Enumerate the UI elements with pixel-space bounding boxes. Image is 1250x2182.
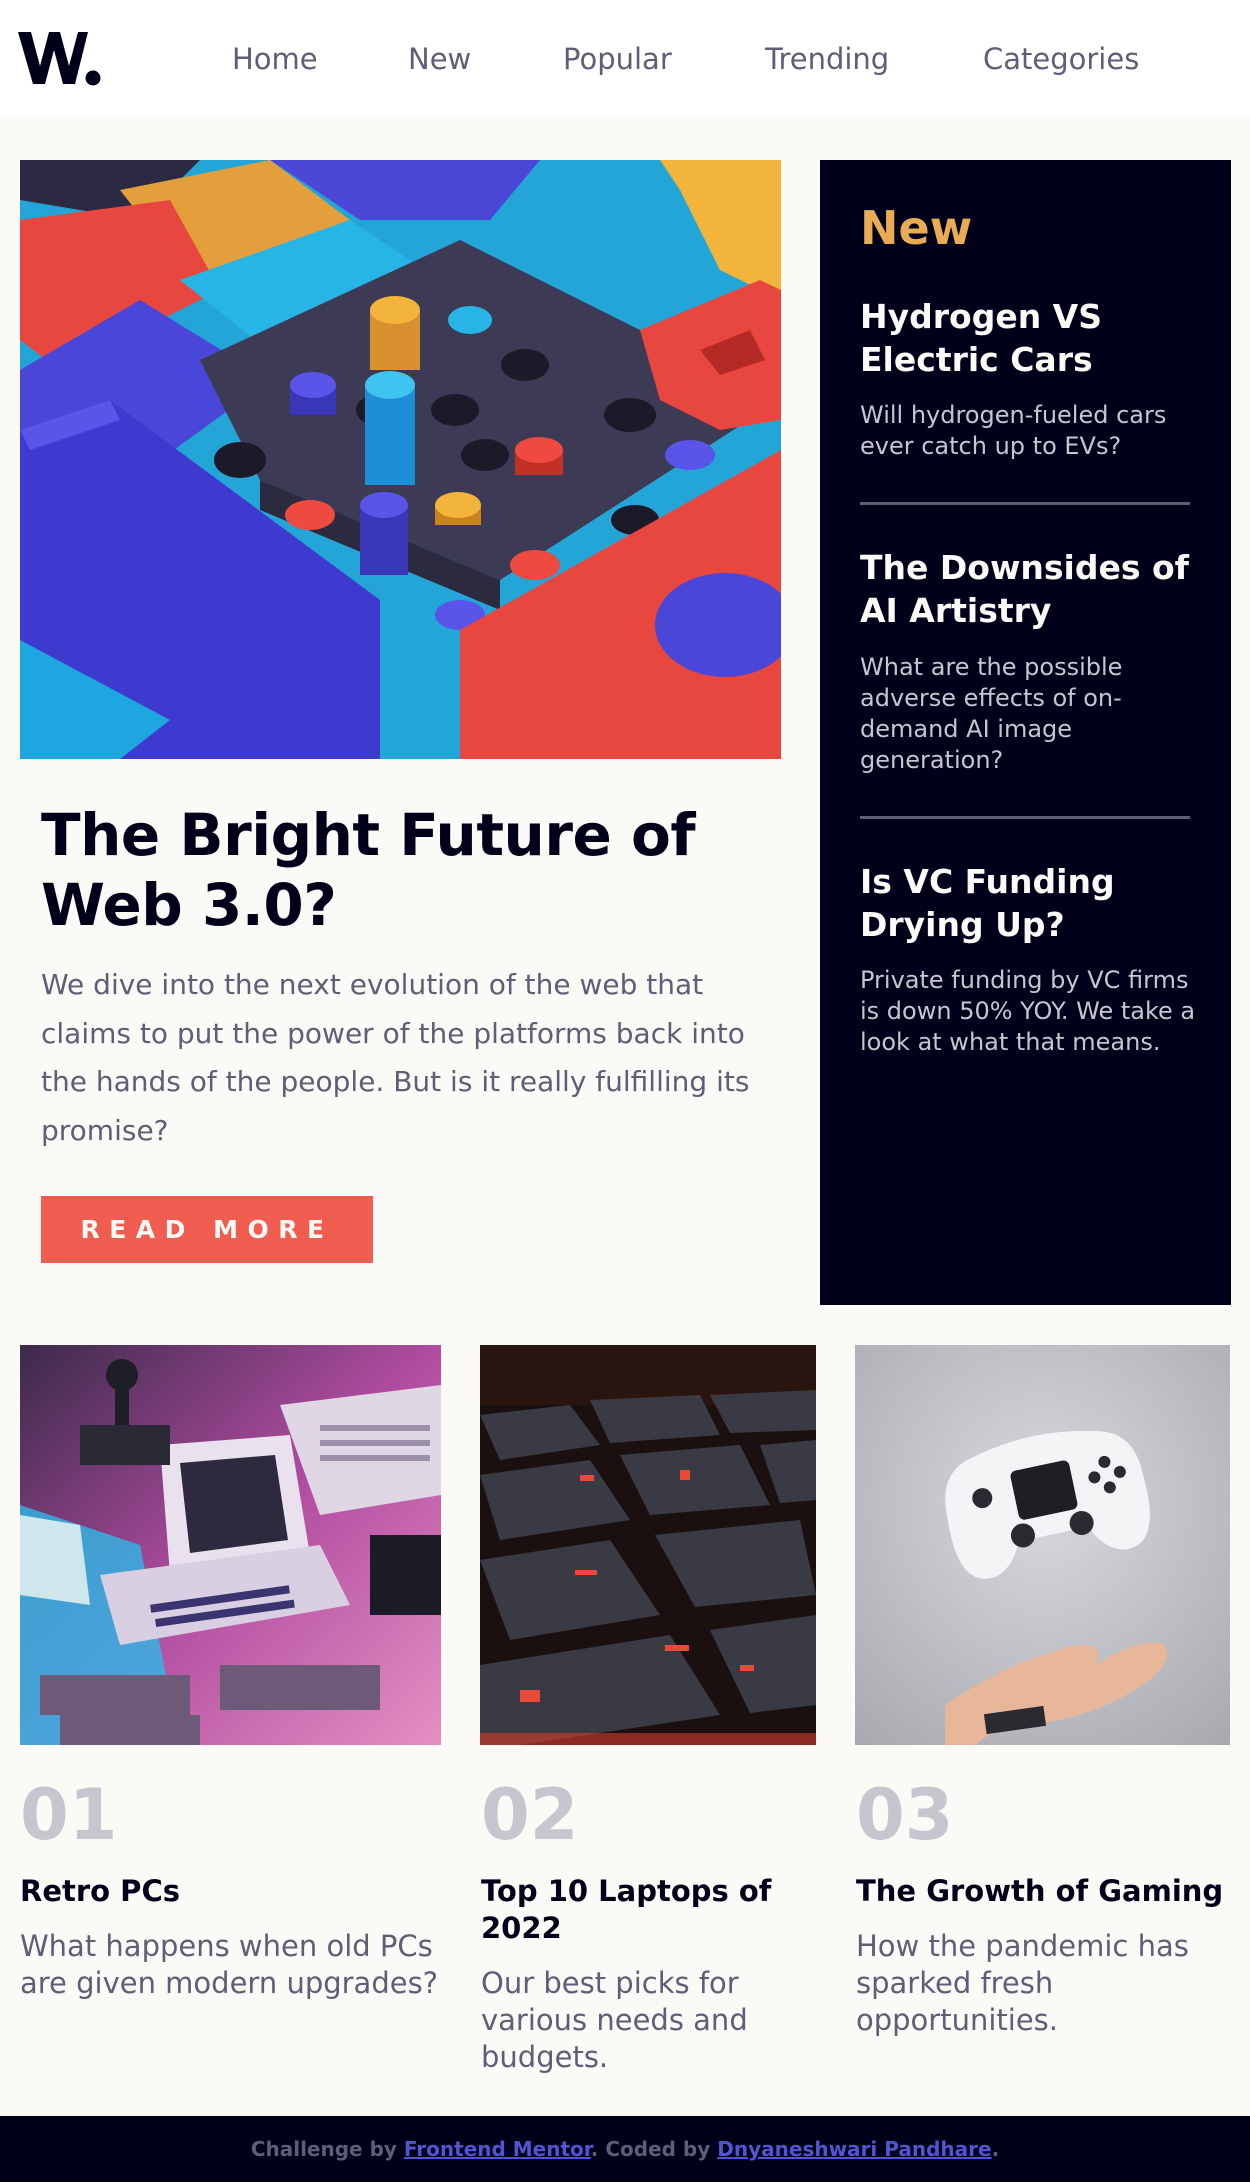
retro-pcs-image <box>20 1345 441 1745</box>
new-item-title[interactable]: The Downsides of AI Artistry <box>860 546 1200 632</box>
card-text: Our best picks for various needs and bud… <box>481 1966 748 2074</box>
card-number: 02 <box>481 1774 579 1856</box>
new-item-text: Will hydrogen-fueled cars ever catch up … <box>860 401 1167 460</box>
nav-trending[interactable]: Trending <box>765 38 889 80</box>
site-footer: Challenge by Frontend Mentor. Coded by D… <box>0 2116 1250 2182</box>
card-number: 01 <box>20 1774 118 1856</box>
new-heading: New <box>860 201 973 255</box>
divider <box>860 502 1190 505</box>
frontend-mentor-link[interactable]: Frontend Mentor <box>404 2137 591 2161</box>
divider <box>860 816 1190 819</box>
nav-popular[interactable]: Popular <box>563 38 672 80</box>
read-more-button[interactable]: READ MORE <box>41 1196 373 1263</box>
gaming-controller-image <box>855 1345 1230 1745</box>
card-title[interactable]: The Growth of Gaming <box>856 1873 1230 1910</box>
nav-categories[interactable]: Categories <box>983 38 1139 80</box>
nav-new[interactable]: New <box>408 38 471 80</box>
card-title[interactable]: Top 10 Laptops of 2022 <box>481 1873 801 1947</box>
logo-icon[interactable] <box>18 26 102 90</box>
footer-prefix: Challenge by <box>250 2137 404 2161</box>
card-text: What happens when old PCs are given mode… <box>20 1929 439 2000</box>
hero-description: We dive into the next evolution of the w… <box>41 968 750 1147</box>
hero-title: The Bright Future of Web 3.0? <box>41 801 696 939</box>
new-item-title[interactable]: Is VC Funding Drying Up? <box>860 860 1200 946</box>
hero-image <box>20 160 781 759</box>
author-link[interactable]: Dnyaneshwari Pandhare <box>717 2137 991 2161</box>
footer-middle: . Coded by <box>590 2137 718 2161</box>
card-text: How the pandemic has sparked fresh oppor… <box>856 1929 1189 2037</box>
new-item-text: What are the possible adverse effects of… <box>860 653 1123 774</box>
nav-home[interactable]: Home <box>232 38 318 80</box>
card-number: 03 <box>856 1774 954 1856</box>
new-item-text: Private funding by VC firms is down 50% … <box>860 966 1196 1056</box>
footer-suffix: . <box>991 2137 1000 2161</box>
site-header: Home New Popular Trending Categories <box>0 0 1250 118</box>
new-item-title[interactable]: Hydrogen VS Electric Cars <box>860 295 1200 381</box>
laptop-keyboard-image <box>480 1345 816 1745</box>
card-title[interactable]: Retro PCs <box>20 1873 441 1910</box>
new-articles-panel: New Hydrogen VS Electric Cars Will hydro… <box>820 160 1231 1305</box>
